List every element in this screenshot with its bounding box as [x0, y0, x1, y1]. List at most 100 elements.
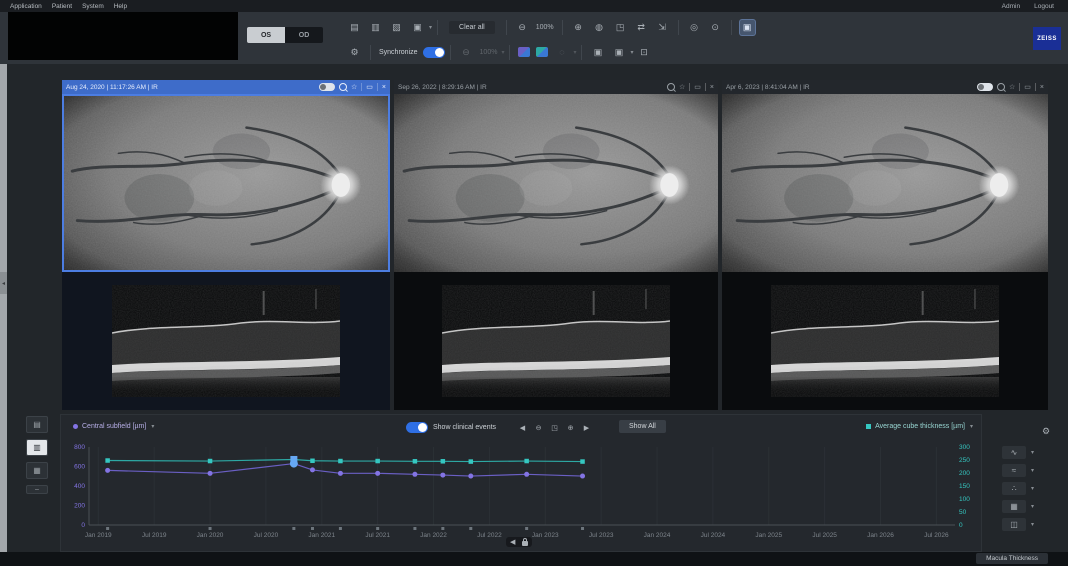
clinical-event-marker[interactable]	[106, 527, 109, 530]
chevron-down-icon[interactable]: ▾	[970, 423, 973, 430]
clinical-event-marker[interactable]	[376, 527, 379, 530]
chevron-down-icon[interactable]: ▾	[1031, 521, 1034, 528]
clinical-event-marker[interactable]	[469, 527, 472, 530]
exam-panel-3[interactable]: Apr 6, 2023 | 8:41:04 AM | IR ☆ ▭ ×	[722, 80, 1048, 410]
star-icon[interactable]: ☆	[351, 84, 357, 91]
data-point[interactable]	[310, 459, 315, 464]
clinical-event-marker[interactable]	[339, 527, 342, 530]
clinical-event-marker[interactable]	[292, 527, 295, 530]
expand-icon[interactable]: ⇲	[655, 20, 670, 35]
admin-link[interactable]: Admin	[1002, 3, 1020, 10]
panel-expand-handle[interactable]: ◂	[0, 272, 7, 294]
compare-icon[interactable]: ⇄	[634, 20, 649, 35]
data-point[interactable]	[524, 472, 529, 477]
show-events-toggle[interactable]	[406, 422, 428, 433]
oct-bscan-image[interactable]	[394, 272, 718, 410]
screen-icon[interactable]: ▭	[1024, 84, 1031, 91]
close-icon[interactable]: ×	[382, 84, 386, 91]
header-pill-toggle[interactable]	[977, 83, 993, 91]
grid-view-icon[interactable]: ▤	[347, 20, 362, 35]
data-point[interactable]	[208, 471, 213, 476]
chevron-down-icon[interactable]: ▾	[630, 49, 633, 56]
link-views-button[interactable]: ▣	[740, 20, 755, 35]
data-point[interactable]	[310, 467, 315, 472]
oct-bscan-image[interactable]	[722, 272, 1048, 410]
image-settings-icon[interactable]: ▣	[410, 20, 425, 35]
trend-scatter-tool[interactable]: ∴	[1002, 482, 1026, 495]
zoom-in-icon[interactable]: ⊕	[564, 421, 577, 434]
fundus-image[interactable]	[722, 94, 1048, 272]
print-icon[interactable]: ▥	[368, 20, 383, 35]
data-point[interactable]	[105, 468, 110, 473]
reset-view-icon[interactable]: ◎	[687, 20, 702, 35]
data-point[interactable]	[524, 459, 529, 464]
collapsed-side-panel[interactable]: ◂	[0, 64, 7, 552]
exam-header-2[interactable]: Sep 26, 2022 | 8:29:16 AM | IR ☆ ▭ ×	[394, 80, 718, 94]
trend-layout-tool[interactable]: ◫	[1002, 518, 1026, 531]
flag-icon[interactable]: ◍	[592, 20, 607, 35]
exam-panel-2[interactable]: Sep 26, 2022 | 8:29:16 AM | IR ☆ ▭ ×	[394, 80, 718, 410]
magnifier-icon[interactable]	[997, 83, 1005, 91]
menu-application[interactable]: Application	[10, 3, 42, 10]
magnifier-icon[interactable]	[339, 83, 347, 91]
data-point[interactable]	[413, 459, 418, 464]
data-point[interactable]	[412, 472, 417, 477]
clinical-event-marker[interactable]	[441, 527, 444, 530]
data-point[interactable]	[375, 471, 380, 476]
target-icon[interactable]: ⊙	[708, 20, 723, 35]
clear-all-button[interactable]: Clear all	[449, 21, 495, 34]
lock-icon[interactable]	[522, 541, 528, 546]
logout-link[interactable]: Logout	[1034, 3, 1054, 10]
data-point[interactable]	[440, 473, 445, 478]
fit-view-icon[interactable]: ◳	[548, 421, 561, 434]
trend-smooth-tool[interactable]: ≈	[1002, 464, 1026, 477]
fundus-image[interactable]	[62, 94, 390, 272]
deviation-map-icon[interactable]	[536, 47, 548, 57]
header-pill-toggle[interactable]	[319, 83, 335, 91]
data-point[interactable]	[375, 459, 380, 464]
synchronize-toggle[interactable]	[423, 47, 445, 58]
screen-icon[interactable]: ▭	[694, 84, 701, 91]
chevron-down-icon[interactable]: ▾	[1031, 449, 1034, 456]
proof-sheet-button[interactable]: ▤	[26, 416, 48, 433]
report-view-button[interactable]: ▥	[26, 439, 48, 456]
menu-system[interactable]: System	[82, 3, 104, 10]
star-icon[interactable]: ☆	[1009, 84, 1015, 91]
chevron-down-icon[interactable]: ▾	[1031, 485, 1034, 492]
od-button[interactable]: OD	[285, 27, 323, 43]
fundus-image[interactable]	[394, 94, 718, 272]
data-point[interactable]	[105, 458, 110, 463]
data-point[interactable]	[441, 459, 446, 464]
close-icon[interactable]: ×	[1040, 84, 1044, 91]
show-all-button[interactable]: Show All	[619, 420, 666, 433]
prev-icon[interactable]: ◀	[516, 421, 529, 434]
image-view-icon[interactable]: ▣	[590, 45, 605, 60]
left-series-legend[interactable]: Central subfield [µm] ▾	[73, 423, 154, 430]
gear-icon[interactable]: ⚙	[347, 45, 362, 60]
clinical-event-marker[interactable]	[209, 527, 212, 530]
data-point[interactable]	[580, 474, 585, 479]
data-point[interactable]	[469, 459, 474, 464]
menu-help[interactable]: Help	[114, 3, 127, 10]
data-point[interactable]	[208, 459, 213, 464]
chevron-down-icon[interactable]: ▾	[1031, 467, 1034, 474]
clinical-event-marker[interactable]	[581, 527, 584, 530]
chevron-down-icon[interactable]: ▾	[1031, 503, 1034, 510]
data-point[interactable]	[338, 459, 343, 464]
page-prev-icon[interactable]: ◀	[510, 538, 515, 546]
trend-plot[interactable]: Jan 2019Jul 2019Jan 2020Jul 2020Jan 2021…	[63, 441, 981, 551]
trend-line-tool[interactable]: ∿	[1002, 446, 1026, 459]
exam-panel-1[interactable]: Aug 24, 2020 | 11:17:26 AM | IR ☆ ▭ ×	[62, 80, 390, 410]
fullscreen-icon[interactable]: ◳	[613, 20, 628, 35]
magnifier-icon[interactable]	[667, 83, 675, 91]
menu-patient[interactable]: Patient	[52, 3, 72, 10]
chevron-down-icon[interactable]: ▾	[151, 423, 154, 430]
grid-view-button[interactable]: ▦	[26, 462, 48, 479]
exam-header-3[interactable]: Apr 6, 2023 | 8:41:04 AM | IR ☆ ▭ ×	[722, 80, 1048, 94]
trend-table-tool[interactable]: ▦	[1002, 500, 1026, 513]
data-point[interactable]	[580, 459, 585, 464]
export-icon[interactable]: ▧	[389, 20, 404, 35]
screen-icon[interactable]: ▭	[366, 84, 373, 91]
data-point[interactable]	[338, 471, 343, 476]
zoom-in-icon[interactable]: ⊕	[571, 20, 586, 35]
